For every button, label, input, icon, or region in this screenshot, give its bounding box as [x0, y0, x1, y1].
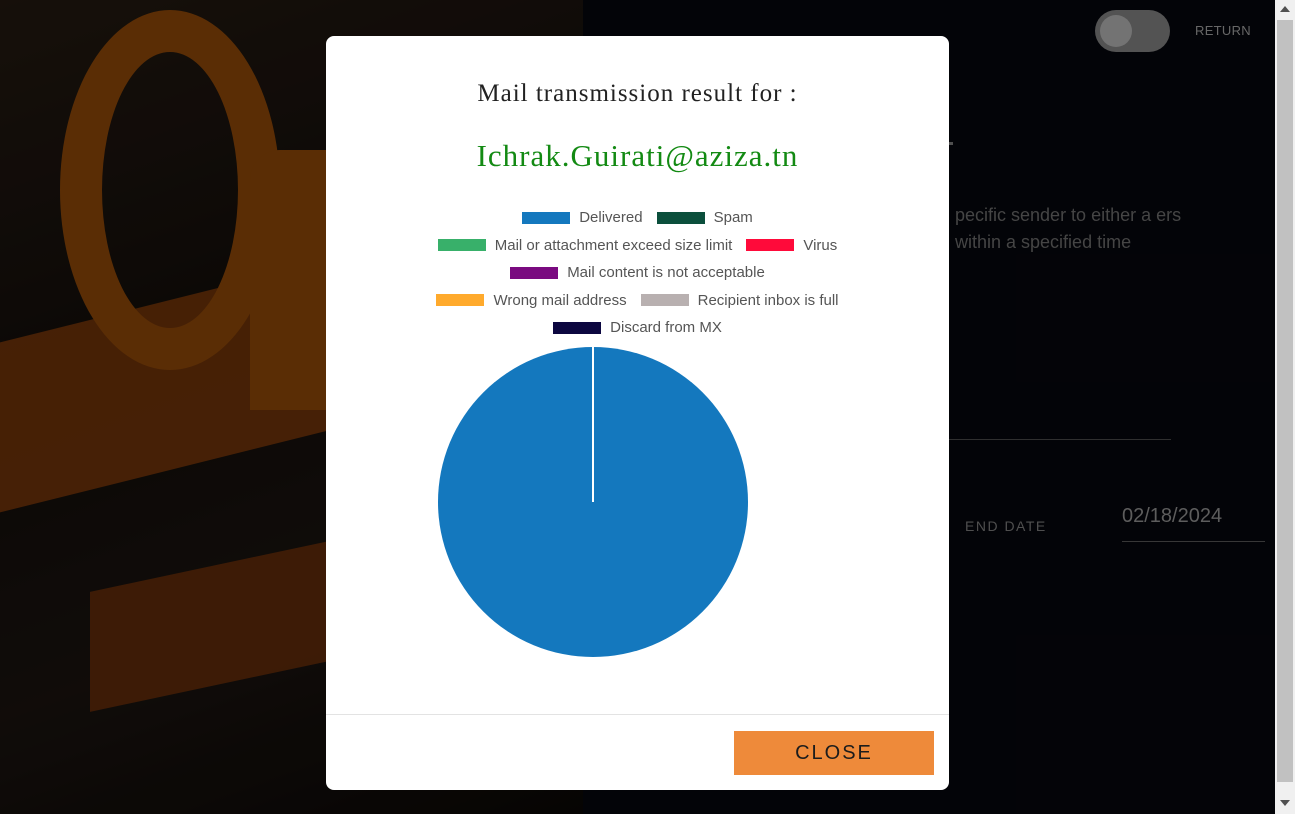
modal-footer: CLOSE	[326, 714, 949, 790]
close-button[interactable]: CLOSE	[734, 731, 934, 775]
legend-swatch	[510, 266, 559, 279]
chart-legend: Delivered Spam Mail or attachment exceed…	[326, 204, 949, 342]
legend-swatch	[640, 294, 689, 307]
legend-swatch	[656, 211, 705, 224]
mail-result-modal: Mail transmission result for : Ichrak.Gu…	[326, 36, 949, 790]
recipient-email: Ichrak.Guirati@aziza.tn	[476, 138, 799, 173]
legend-swatch	[437, 239, 486, 252]
legend-swatch	[436, 294, 485, 307]
scroll-down-icon[interactable]	[1280, 800, 1290, 806]
scrollbar[interactable]	[1275, 0, 1295, 814]
modal-title: Mail transmission result for :	[477, 80, 798, 107]
legend-item-virus[interactable]: Virus	[746, 237, 837, 254]
scroll-up-icon[interactable]	[1280, 6, 1290, 12]
legend-item-wrong-address[interactable]: Wrong mail address	[436, 292, 627, 309]
legend-swatch	[522, 211, 571, 224]
legend-item-inbox-full[interactable]: Recipient inbox is full	[640, 292, 839, 309]
legend-item-delivered[interactable]: Delivered	[522, 209, 643, 226]
legend-item-content-not-acceptable[interactable]: Mail content is not acceptable	[510, 264, 765, 281]
legend-swatch	[746, 239, 795, 252]
legend-item-spam[interactable]: Spam	[656, 209, 753, 226]
legend-swatch	[553, 321, 602, 334]
legend-item-discard-mx[interactable]: Discard from MX	[553, 319, 722, 336]
legend-item-size-limit[interactable]: Mail or attachment exceed size limit	[437, 237, 732, 254]
scrollbar-thumb[interactable]	[1277, 20, 1293, 782]
page: RETURN pecific sender to either a ers wi…	[0, 0, 1295, 814]
pie-chart	[438, 347, 748, 657]
